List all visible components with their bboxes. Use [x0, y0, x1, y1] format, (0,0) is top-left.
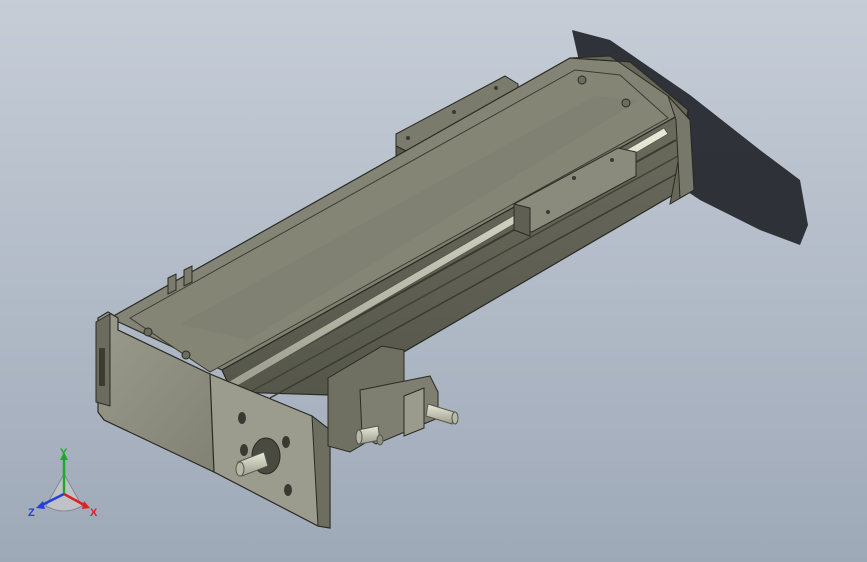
x-arrow-icon — [82, 501, 90, 509]
actuator-body — [108, 57, 691, 399]
y-axis-label: Y — [60, 447, 68, 459]
z-arrow-icon — [36, 501, 45, 509]
x-axis-label: X — [90, 507, 98, 519]
actuator-model[interactable] — [0, 0, 867, 562]
mounting-plate — [209, 373, 331, 529]
z-axis-label: Z — [28, 507, 35, 519]
coordinate-triad[interactable]: Y X Z — [24, 446, 110, 526]
cad-viewport[interactable]: Y X Z — [0, 0, 867, 562]
